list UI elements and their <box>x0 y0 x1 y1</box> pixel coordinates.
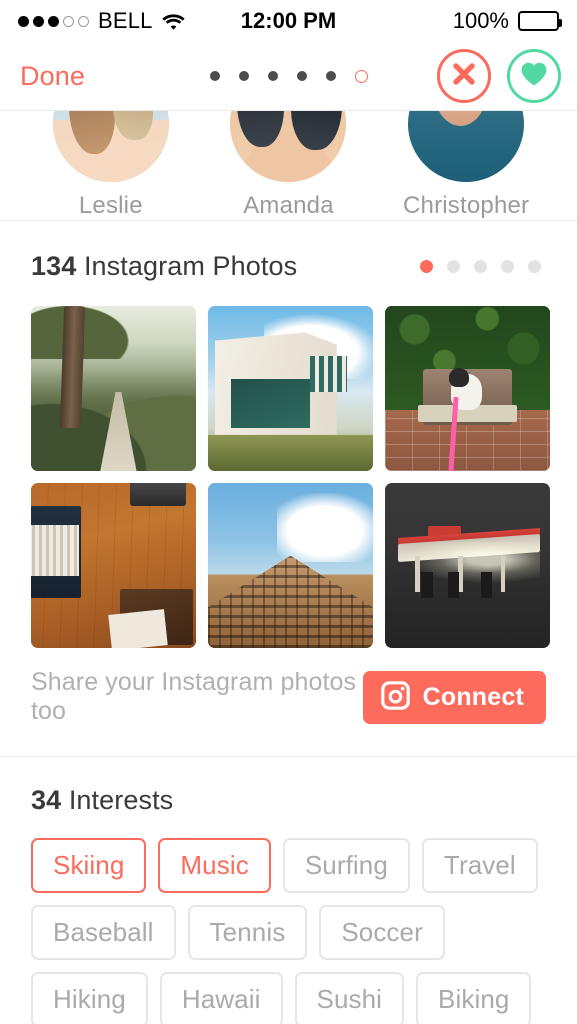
carrier-label: BELL <box>98 8 153 33</box>
interest-chip-surfing[interactable]: Surfing <box>282 838 410 893</box>
battery-percent-label: 100% <box>452 8 509 33</box>
connect-button-label: Connect <box>422 682 524 711</box>
interest-chip-hawaii[interactable]: Hawaii <box>159 972 283 1024</box>
nav-bar: Done <box>0 42 577 110</box>
instagram-connect-row: Share your Instagram photos too Connect <box>0 648 577 756</box>
interests-title: 34 Interests <box>31 785 174 815</box>
battery-full-icon <box>518 11 562 31</box>
page-dot[interactable] <box>501 260 514 273</box>
interest-chip-music[interactable]: Music <box>158 838 271 893</box>
interests-section: 34 Interests Skiing Music Surfing Travel… <box>0 757 577 1024</box>
heart-icon <box>520 61 548 92</box>
friend-item[interactable]: Christopher <box>391 111 541 220</box>
friend-name: Christopher <box>403 192 530 219</box>
page-dot-current[interactable] <box>420 260 433 273</box>
status-bar-right: 100% <box>452 8 562 34</box>
done-button[interactable]: Done <box>16 59 89 94</box>
photo-thumbnail[interactable] <box>31 483 196 648</box>
page-dot[interactable] <box>267 71 278 81</box>
avatar <box>52 111 169 182</box>
close-x-icon <box>451 61 477 92</box>
page-dot[interactable] <box>296 71 307 81</box>
page-dot[interactable] <box>447 260 460 273</box>
photo-thumbnail[interactable] <box>31 306 196 471</box>
instagram-camera-icon <box>380 681 410 713</box>
instagram-page-dots[interactable] <box>420 260 546 273</box>
interest-chip-hiking[interactable]: Hiking <box>31 972 148 1024</box>
interest-chip-baseball[interactable]: Baseball <box>31 905 176 960</box>
page-dot[interactable] <box>474 260 487 273</box>
like-button[interactable] <box>507 49 561 103</box>
page-dot[interactable] <box>528 260 541 273</box>
photo-thumbnail[interactable] <box>208 306 373 471</box>
page-dot[interactable] <box>238 71 249 81</box>
friend-item[interactable]: Amanda <box>213 111 363 220</box>
common-friends-row: Leslie Amanda Christopher <box>0 111 577 220</box>
interest-chip-soccer[interactable]: Soccer <box>319 905 445 960</box>
interest-chip-biking[interactable]: Biking <box>416 972 532 1024</box>
status-bar-left: BELL <box>18 8 185 34</box>
page-dot-current[interactable] <box>354 69 368 83</box>
photo-thumbnail[interactable] <box>208 483 373 648</box>
friend-item[interactable]: Leslie <box>36 111 186 220</box>
nope-button[interactable] <box>437 49 491 103</box>
interests-header: 34 Interests <box>0 757 577 816</box>
photo-thumbnail[interactable] <box>385 483 550 648</box>
instagram-section: 134 Instagram Photos Share your Instagra… <box>0 221 577 756</box>
profile-screen: BELL 12:00 PM 100% Done Leslie Amanda Ch… <box>0 0 577 1024</box>
wifi-icon <box>162 13 185 30</box>
interest-chip-travel[interactable]: Travel <box>421 838 538 893</box>
interest-chip-sushi[interactable]: Sushi <box>294 972 405 1024</box>
interest-chip-tennis[interactable]: Tennis <box>187 905 308 960</box>
status-bar: BELL 12:00 PM 100% <box>0 0 577 42</box>
signal-strength-icon <box>18 15 89 27</box>
photo-thumbnail[interactable] <box>385 306 550 471</box>
friend-name: Leslie <box>78 192 143 219</box>
interests-chip-list: Skiing Music Surfing Travel Baseball Ten… <box>0 816 577 1024</box>
instagram-photo-grid <box>0 282 577 648</box>
instagram-header: 134 Instagram Photos <box>0 221 577 282</box>
friend-name: Amanda <box>243 192 334 219</box>
avatar <box>408 111 525 182</box>
profile-page-dots[interactable] <box>209 69 368 83</box>
share-prompt-label: Share your Instagram photos too <box>31 668 357 725</box>
nav-actions <box>437 49 561 103</box>
page-dot[interactable] <box>209 71 220 81</box>
instagram-title: 134 Instagram Photos <box>31 251 298 281</box>
avatar <box>230 111 347 182</box>
page-dot[interactable] <box>325 71 336 81</box>
connect-instagram-button[interactable]: Connect <box>362 670 546 724</box>
interest-chip-skiing[interactable]: Skiing <box>31 838 147 893</box>
